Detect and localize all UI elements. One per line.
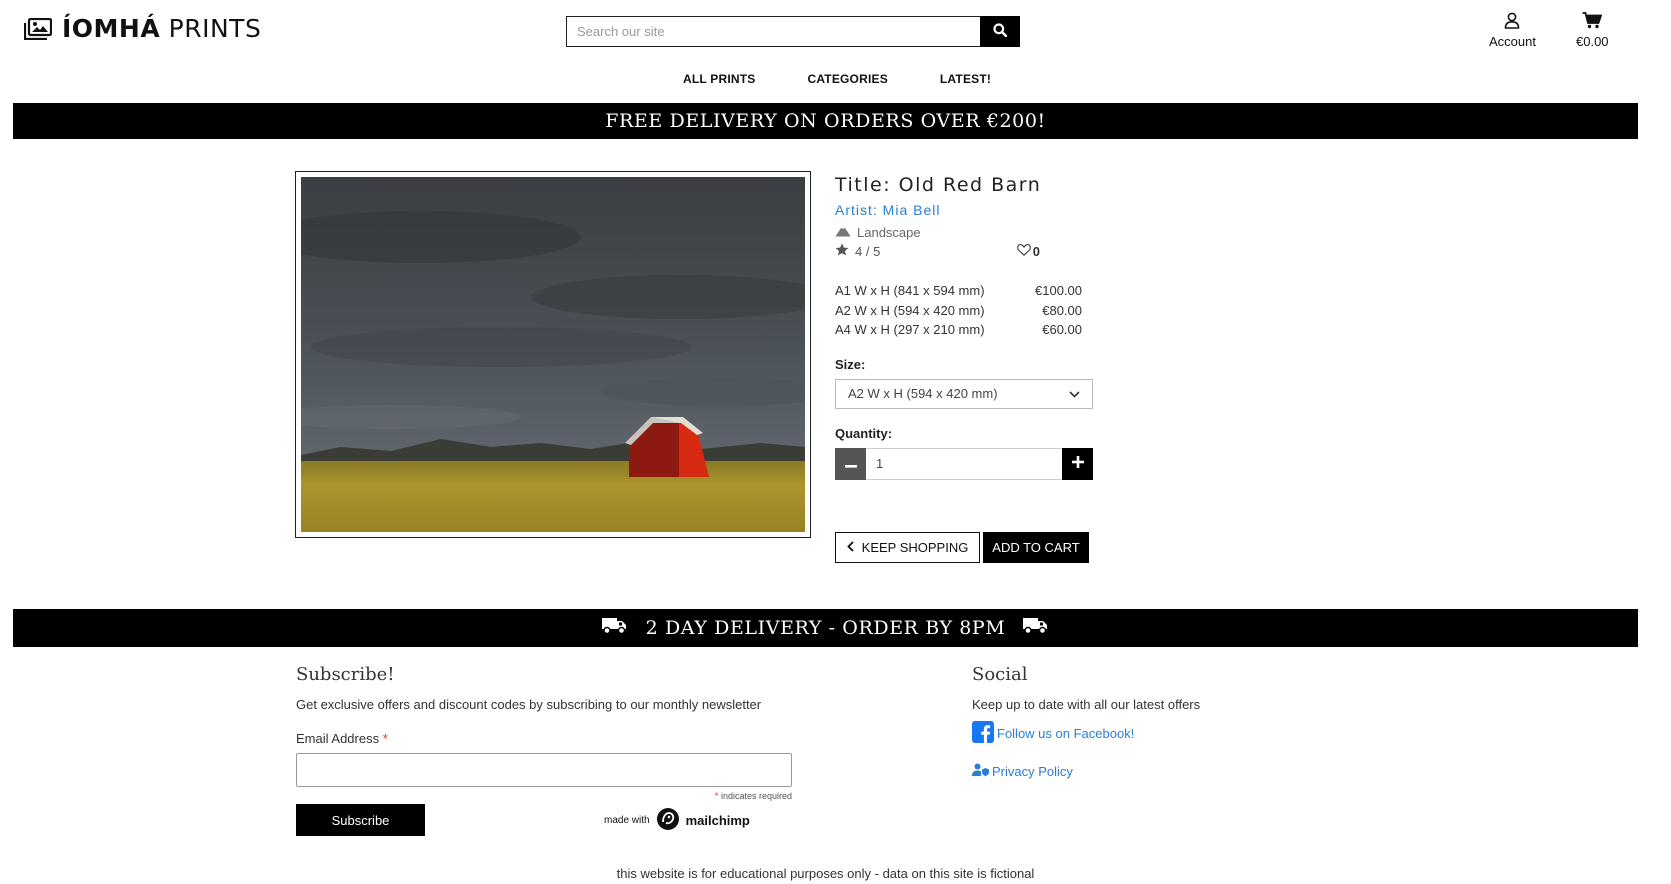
subscribe-text: Get exclusive offers and discount codes … bbox=[296, 697, 762, 712]
price-size: A2 W x H (594 x 420 mm) bbox=[835, 302, 985, 318]
nav-all-prints[interactable]: ALL PRINTS bbox=[683, 72, 755, 86]
subscribe-section: Subscribe! Get exclusive offers and disc… bbox=[296, 664, 796, 836]
size-selected-value: A2 W x H (594 x 420 mm) bbox=[848, 386, 998, 401]
subscribe-button[interactable]: Subscribe bbox=[296, 804, 425, 836]
delivery-text: 2 DAY DELIVERY - ORDER BY 8PM bbox=[645, 617, 1006, 639]
keep-shopping-button[interactable]: KEEP SHOPPING bbox=[835, 531, 980, 563]
truck-icon bbox=[601, 617, 628, 640]
made-with-text: made with bbox=[604, 814, 650, 826]
product-image-frame bbox=[295, 171, 811, 538]
disclaimer-text: this website is for educational purposes… bbox=[616, 866, 1035, 881]
facebook-icon bbox=[972, 721, 994, 746]
star-icon bbox=[835, 243, 849, 259]
heart-icon bbox=[1016, 243, 1031, 259]
price-amount: €80.00 bbox=[1042, 302, 1082, 318]
decrement-button[interactable] bbox=[835, 447, 866, 480]
size-label: Size: bbox=[835, 356, 866, 372]
social-section: Social Keep up to date with all our late… bbox=[972, 664, 1272, 779]
search-form bbox=[566, 16, 1020, 47]
product-artist[interactable]: Artist: Mia Bell bbox=[835, 202, 1095, 218]
product-rating: 4 / 5 bbox=[835, 243, 880, 259]
search-input[interactable] bbox=[566, 16, 980, 47]
cart-total: €0.00 bbox=[1576, 34, 1609, 49]
subscribe-heading: Subscribe! bbox=[296, 664, 395, 685]
user-icon bbox=[1504, 12, 1520, 32]
add-to-cart-button[interactable]: ADD TO CART bbox=[983, 531, 1089, 563]
mailchimp-icon bbox=[656, 807, 680, 834]
price-amount: €100.00 bbox=[1035, 283, 1082, 298]
product-details: Title: Old Red Barn Artist: Mia Bell Lan… bbox=[835, 174, 1095, 563]
free-delivery-banner: FREE DELIVERY ON ORDERS OVER €200! bbox=[13, 103, 1638, 139]
price-amount: €60.00 bbox=[1042, 322, 1082, 337]
subscribe-row: Subscribe made with mailchimp bbox=[296, 804, 796, 836]
account-label: Account bbox=[1489, 34, 1536, 49]
size-select[interactable]: A2 W x H (594 x 420 mm) bbox=[835, 378, 1093, 409]
price-list: A1 W x H (841 x 594 mm) €100.00 A2 W x H… bbox=[835, 281, 1082, 340]
rating-likes-row: 4 / 5 0 bbox=[835, 243, 1040, 259]
facebook-link-label: Follow us on Facebook! bbox=[997, 726, 1135, 741]
price-row: A1 W x H (841 x 594 mm) €100.00 bbox=[835, 281, 1082, 301]
search-icon bbox=[993, 23, 1008, 40]
product-image bbox=[301, 177, 805, 532]
quantity-stepper bbox=[835, 447, 1093, 480]
price-size: A1 W x H (841 x 594 mm) bbox=[835, 283, 985, 298]
delivery-banner: 2 DAY DELIVERY - ORDER BY 8PM bbox=[13, 609, 1638, 647]
mailchimp-badge[interactable]: made with mailchimp bbox=[604, 807, 750, 834]
chevron-down-icon bbox=[1069, 386, 1080, 401]
like-count: 0 bbox=[1032, 243, 1040, 259]
image-icon bbox=[24, 17, 52, 40]
logo-text: ÍOMHÁ PRINTS bbox=[62, 14, 262, 43]
quantity-label: Quantity: bbox=[835, 425, 893, 441]
nav-latest[interactable]: LATEST! bbox=[940, 72, 991, 86]
email-label: Email Address * bbox=[296, 731, 388, 746]
nav-categories[interactable]: CATEGORIES bbox=[807, 72, 887, 86]
required-note: * indicates required bbox=[714, 791, 792, 801]
like-button[interactable]: 0 bbox=[1016, 243, 1040, 259]
mailchimp-text: mailchimp bbox=[685, 812, 750, 828]
product-category[interactable]: Landscape bbox=[835, 224, 1095, 240]
account-link[interactable]: Account bbox=[1489, 12, 1536, 49]
free-delivery-text: FREE DELIVERY ON ORDERS OVER €200! bbox=[605, 110, 1046, 132]
privacy-policy-link[interactable]: Privacy Policy bbox=[972, 763, 1272, 779]
chevron-left-icon bbox=[846, 540, 854, 555]
price-size: A4 W x H (297 x 210 mm) bbox=[835, 322, 985, 337]
cart-icon bbox=[1582, 12, 1603, 32]
required-mark: * bbox=[382, 731, 388, 746]
main-nav: ALL PRINTS CATEGORIES LATEST! bbox=[683, 72, 991, 86]
cart-link[interactable]: €0.00 bbox=[1576, 12, 1609, 49]
social-text: Keep up to date with all our latest offe… bbox=[972, 697, 1201, 712]
site-logo[interactable]: ÍOMHÁ PRINTS bbox=[24, 14, 261, 43]
product-title: Title: Old Red Barn bbox=[835, 174, 1042, 196]
category-label: Landscape bbox=[857, 224, 921, 240]
minus-icon bbox=[844, 456, 857, 471]
email-field[interactable] bbox=[296, 753, 792, 787]
truck-icon bbox=[1023, 617, 1049, 640]
plus-icon bbox=[1071, 456, 1084, 471]
product-actions: KEEP SHOPPING ADD TO CART bbox=[835, 531, 1095, 563]
increment-button[interactable] bbox=[1062, 447, 1093, 480]
privacy-policy-label: Privacy Policy bbox=[992, 763, 1073, 779]
quantity-input[interactable] bbox=[866, 447, 1062, 480]
mountain-icon bbox=[835, 224, 851, 240]
price-row: A2 W x H (594 x 420 mm) €80.00 bbox=[835, 301, 1082, 321]
user-shield-icon bbox=[972, 763, 989, 779]
rating-value: 4 / 5 bbox=[855, 243, 881, 259]
social-heading: Social bbox=[972, 664, 1028, 685]
keep-shopping-label: KEEP SHOPPING bbox=[861, 539, 969, 555]
price-row: A4 W x H (297 x 210 mm) €60.00 bbox=[835, 320, 1082, 340]
facebook-link[interactable]: Follow us on Facebook! bbox=[972, 721, 1272, 746]
search-button[interactable] bbox=[980, 16, 1020, 47]
